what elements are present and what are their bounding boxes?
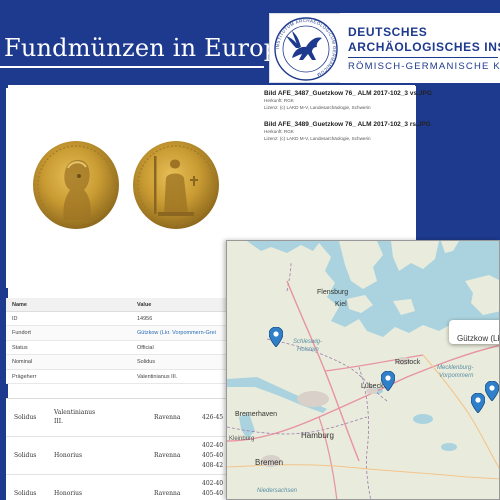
cell-nominal: Solidus (14, 414, 37, 421)
column-header-name[interactable]: Name (12, 302, 27, 308)
eagle-seal-icon: INSTITUTUM ARCHAEOLOGICUM GERMANICUM (274, 17, 338, 81)
image-filename[interactable]: Bild AFE_3489_Guetzkow 76_ ALM 2017-102_… (264, 121, 431, 128)
page-background-band-right (415, 85, 500, 240)
cell-date: 405-40 (202, 452, 224, 459)
attribute-name: ID (12, 316, 18, 322)
image-filename[interactable]: Bild AFE_3487_Guetzkow 76_ ALM 2017-102_… (264, 90, 432, 97)
coin-attribute-table: Name Value ID 14956 Fundort Gützkow (Lkr… (6, 298, 228, 384)
institute-name-line2: ARCHÄOLOGISCHES INSTITUT (348, 40, 500, 54)
findspot-link[interactable]: Gützkow (Lkr. Vorpommern-Grei (137, 330, 216, 336)
site-header: Fundmünzen in Europa INSTITUTUM ARCHAEOL… (0, 0, 500, 85)
cell-ruler-suffix: III. (54, 418, 64, 425)
table-row: ID 14956 (6, 312, 228, 327)
map-marker-icon[interactable] (485, 381, 499, 401)
institute-divider (348, 57, 498, 58)
map-marker-icon[interactable] (381, 371, 395, 391)
coin-obverse (33, 141, 119, 229)
cell-ruler: Honorius (54, 452, 83, 459)
attribute-name: Nominal (12, 359, 33, 366)
image-caption: Bild AFE_3489_Guetzkow 76_ ALM 2017-102_… (264, 121, 431, 142)
map-label-vorpommern: Vorpommern (439, 373, 474, 379)
attribute-value: Official (137, 344, 154, 351)
map-label-kleinburg: Kleinburg (229, 436, 255, 442)
image-license: Lizenz: (c) LAKD M-V, Landesarchäologie,… (264, 105, 371, 110)
image-origin: Herkunft: RGK (264, 98, 294, 103)
map-marker-icon[interactable] (269, 327, 283, 347)
cell-date: 426-45 (202, 414, 224, 421)
map-popup[interactable]: Gützkow (Lkr. (449, 320, 499, 344)
table-row: Status Official (6, 340, 228, 356)
map-label-mecklenburg: Mecklenburg- (437, 365, 474, 371)
cell-date: 408-42 (202, 462, 224, 469)
cell-mint: Ravenna (154, 490, 181, 497)
map-label-niedersachsen: Niedersachsen (257, 488, 298, 494)
map-label-hamburg: Hamburg (301, 431, 334, 440)
institute-name-line1: DEUTSCHES (348, 25, 428, 39)
cell-mint: Ravenna (154, 414, 181, 421)
attribute-value: 14956 (137, 316, 153, 322)
map-label-rostock: Rostock (395, 359, 421, 366)
coin-image-panel (6, 88, 255, 288)
cell-date: 402-40 (202, 480, 224, 487)
table-row[interactable]: Solidus Honorius Ravenna 402-40 405-40 4… (6, 437, 228, 475)
table-row: Fundort Gützkow (Lkr. Vorpommern-Grei (6, 326, 228, 341)
title-underline (0, 66, 264, 68)
map-label-kiel: Kiel (335, 301, 347, 308)
cell-date: 405-40 (202, 490, 224, 497)
cell-nominal: Solidus (14, 490, 37, 497)
coin-photo[interactable] (26, 130, 226, 240)
cell-mint: Ravenna (154, 452, 181, 459)
map-label-bremerhaven: Bremerhaven (235, 411, 278, 418)
cell-ruler: Valentinianus (54, 409, 96, 416)
dai-seal-logo[interactable]: INSTITUTUM ARCHAEOLOGICUM GERMANICUM (269, 13, 341, 83)
institute-department: RÖMISCH-GERMANISCHE KO (348, 61, 500, 72)
table-header: Name Value (6, 298, 228, 312)
image-license: Lizenz: (c) LAKD M-V, Landesarchäologie,… (264, 136, 371, 141)
coin-reverse (133, 141, 219, 229)
image-origin: Herkunft: RGK (264, 129, 294, 134)
attribute-value: Solidus (137, 359, 156, 366)
map-label-schleswig: Schleswig- (293, 339, 323, 345)
site-title[interactable]: Fundmünzen in Europa (4, 34, 294, 62)
map-popup-label: Gützkow (Lkr. (457, 334, 499, 343)
image-caption: Bild AFE_3487_Guetzkow 76_ ALM 2017-102_… (264, 90, 432, 111)
finds-list-table: Solidus Valentinianus III. Ravenna 426-4… (6, 398, 228, 500)
map-label-bremen: Bremen (255, 458, 284, 467)
cell-ruler: Honorius (54, 490, 83, 497)
findspot-map[interactable]: Flensburg Kiel Schleswig- Holstein Rosto… (226, 240, 500, 500)
map-marker-icon[interactable] (471, 393, 485, 413)
table-row[interactable]: Solidus Honorius Ravenna 402-40 405-40 (6, 475, 228, 500)
table-row: Nominal Solidus (6, 355, 228, 370)
institute-name-panel: DEUTSCHES ARCHÄOLOGISCHES INSTITUT RÖMIS… (340, 13, 500, 83)
cell-nominal: Solidus (14, 452, 37, 459)
table-row: Prägeherr Valentinianus III. (6, 369, 228, 384)
attribute-name: Status (12, 344, 28, 351)
map-label-holstein: Holstein (297, 347, 319, 353)
attribute-value: Valentinianus III. (137, 373, 178, 380)
cell-date: 402-40 (202, 442, 224, 449)
column-header-value[interactable]: Value (137, 302, 151, 308)
table-row[interactable]: Solidus Valentinianus III. Ravenna 426-4… (6, 399, 228, 437)
map-label-flensburg: Flensburg (317, 289, 349, 296)
attribute-name: Fundort (12, 330, 31, 337)
attribute-name: Prägeherr (12, 373, 37, 380)
image-captions: Bild AFE_3487_Guetzkow 76_ ALM 2017-102_… (256, 86, 432, 240)
